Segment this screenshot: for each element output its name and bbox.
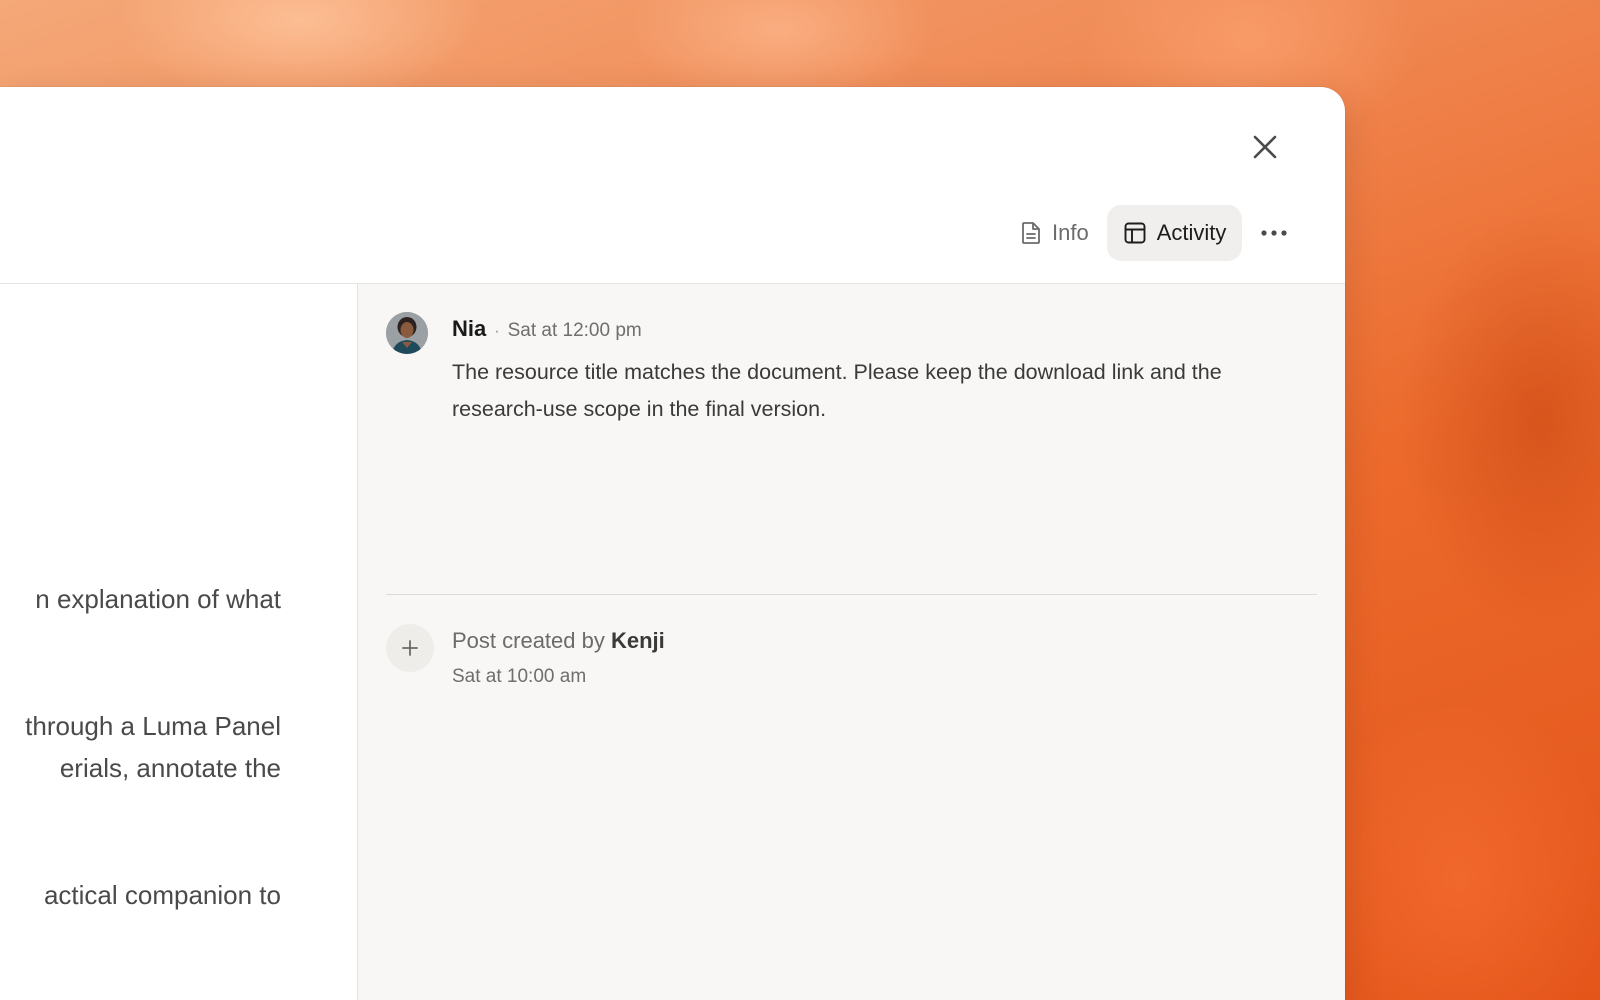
event-description: Post created by Kenji: [452, 628, 665, 654]
comment-author[interactable]: Nia: [452, 316, 486, 342]
close-button[interactable]: [1250, 132, 1280, 162]
plus-icon: [402, 640, 418, 656]
more-options-button[interactable]: [1252, 211, 1296, 255]
document-text-line: through a Luma Panel: [25, 711, 281, 741]
tab-activity[interactable]: Activity: [1106, 205, 1243, 261]
panel-tabs: Info Activity: [1004, 205, 1296, 261]
tab-activity-label: Activity: [1156, 220, 1227, 245]
close-icon: [1253, 135, 1277, 159]
avatar-image: [386, 312, 428, 354]
comment-header: Nia · Sat at 12:00 pm: [452, 316, 642, 342]
document-text-line: actical companion to: [43, 880, 281, 910]
comment-body: The resource title matches the document.…: [452, 360, 1222, 421]
activity-divider: [386, 594, 1317, 595]
separator-dot: ·: [494, 323, 500, 340]
tab-info[interactable]: Info: [1004, 205, 1105, 261]
document-pane: n explanation of what through a Luma Pan…: [0, 284, 358, 1000]
post-detail-window: Info Activity n explanation of what thro…: [0, 87, 1345, 1000]
event-prefix: Post created by: [452, 628, 605, 653]
document-text-line: n explanation of what: [35, 584, 281, 614]
document-text-line: erials, annotate the: [59, 753, 281, 783]
tab-info-label: Info: [1052, 220, 1089, 245]
avatar[interactable]: [386, 312, 428, 354]
activity-pane: Nia · Sat at 12:00 pm The resource title…: [358, 284, 1345, 1000]
comment-timestamp: Sat at 12:00 pm: [507, 320, 642, 341]
event-timestamp: Sat at 10:00 am: [452, 666, 587, 687]
event-actor[interactable]: Kenji: [611, 628, 665, 653]
event-icon-badge: [386, 624, 434, 672]
more-horizontal-icon: [1261, 230, 1287, 236]
layout-panel-icon: [1124, 222, 1146, 244]
document-icon: [1022, 222, 1040, 244]
